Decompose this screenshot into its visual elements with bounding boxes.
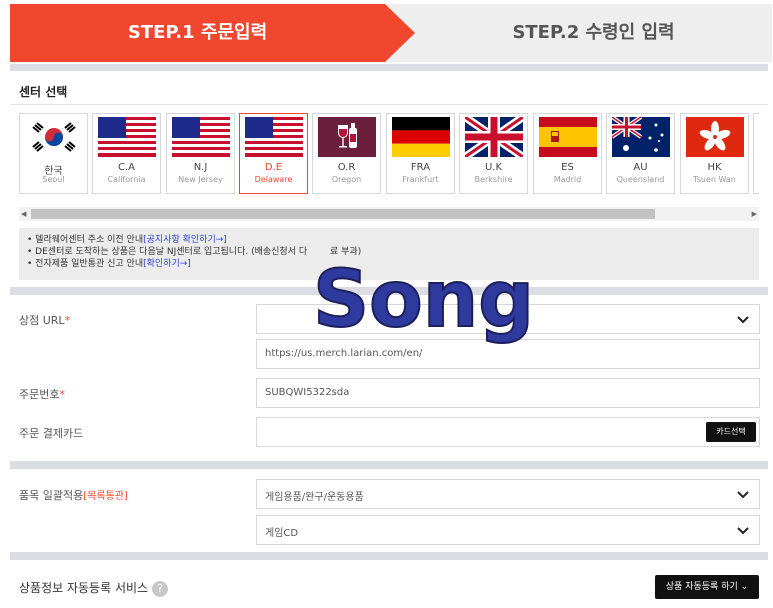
center-code: D.E <box>264 162 283 173</box>
center-city: Oregon <box>331 175 362 184</box>
center-city: California <box>107 175 146 184</box>
center-city: New Jersey <box>178 175 223 184</box>
us-flag-icon <box>98 117 156 157</box>
center-code: HK <box>707 162 722 173</box>
center-list-scrollbar[interactable]: ◀ ▶ <box>19 207 759 221</box>
order-no-label: 주문번호* <box>19 388 65 401</box>
notice-line-1: • 델라웨어센터 주소 이전 안내[공지사항 확인하기→] <box>27 235 227 245</box>
uk-flag-icon <box>465 117 523 157</box>
au-flag-icon <box>612 117 670 157</box>
center-item-oregon[interactable]: O.R Oregon <box>312 113 381 194</box>
chevron-down-icon <box>737 491 749 499</box>
center-city: Tsuen Wan <box>693 175 736 184</box>
divider-line <box>10 104 768 105</box>
center-list: 한국 Seoul C.A California N.J New Jersey D… <box>19 113 759 195</box>
section-divider <box>10 552 768 560</box>
auto-register-button[interactable]: 상품 자동등록 하기 ⌄ <box>655 575 759 599</box>
center-city: Queensland <box>616 175 665 184</box>
center-item-madrid[interactable]: ES Madrid <box>533 113 602 194</box>
help-icon[interactable]: ? <box>152 580 169 597</box>
kr-flag-icon <box>25 117 83 157</box>
de-flag-icon <box>392 117 450 157</box>
autoreg-title: 상품정보 자동등록 서비스? <box>19 579 169 597</box>
center-item-tsuen-wan[interactable]: HK Tsuen Wan <box>680 113 749 194</box>
center-code: FRA <box>410 162 431 173</box>
payment-card-input[interactable]: 카드선택 <box>256 417 760 447</box>
es-flag-icon <box>539 117 597 157</box>
center-code: AU <box>633 162 648 173</box>
center-code: C.A <box>117 162 135 173</box>
category-main-select[interactable]: 게임용품/완구/운동용품 <box>256 479 760 509</box>
section-divider <box>10 461 768 469</box>
song-sticker-logo: Song <box>312 254 535 346</box>
center-item-delaware[interactable]: D.E Delaware <box>239 113 308 194</box>
wine-icon <box>318 117 376 157</box>
us-flag-icon <box>172 117 230 157</box>
center-item-queensland[interactable]: AU Queensland <box>606 113 675 194</box>
section-divider <box>10 64 768 71</box>
center-code: O.R <box>337 162 356 173</box>
center-code: ES <box>561 162 574 173</box>
center-item-partial[interactable] <box>753 113 759 194</box>
center-city: Frankfurt <box>402 175 439 184</box>
center-city: Delaware <box>254 175 293 184</box>
center-item-california[interactable]: C.A California <box>92 113 161 194</box>
center-section-title: 센터 선택 <box>19 85 68 99</box>
step2-label: STEP.2 수령인 입력 <box>512 22 675 43</box>
chevron-down-icon <box>737 527 749 535</box>
song-text: Song <box>313 255 534 345</box>
chevron-down-icon <box>737 316 749 324</box>
center-item-new-jersey[interactable]: N.J New Jersey <box>166 113 235 194</box>
center-item-frankfurt[interactable]: FRA Frankfurt <box>386 113 455 194</box>
center-city: Berkshire <box>474 175 513 184</box>
scroll-right-icon[interactable]: ▶ <box>752 210 757 218</box>
notice-link-1[interactable]: [공지사항 확인하기→] <box>143 235 227 245</box>
scroll-left-icon[interactable]: ◀ <box>21 210 26 218</box>
card-select-button[interactable]: 카드선택 <box>706 422 756 442</box>
notice-link-3[interactable]: [확인하기→] <box>143 259 191 269</box>
center-code: U.K <box>484 162 503 173</box>
customs-tag: [목록통관] <box>83 491 128 502</box>
step1-arrow <box>385 4 415 62</box>
chevron-down-icon: ⌄ <box>740 582 749 592</box>
hk-flag-icon <box>686 117 744 157</box>
scrollbar-thumb[interactable] <box>31 209 655 219</box>
category-sub-select[interactable]: 게임CD <box>256 515 760 545</box>
order-no-input[interactable]: SUBQWI5322sda <box>256 378 760 408</box>
payment-card-label: 주문 결제카드 <box>19 427 84 440</box>
shop-url-label: 상점 URL* <box>19 314 71 327</box>
category-label: 품목 일괄적용[목록통관] <box>19 489 128 502</box>
center-code: N.J <box>193 162 208 173</box>
step1-label: STEP.1 주문입력 <box>127 22 268 43</box>
center-item-berkshire[interactable]: U.K Berkshire <box>459 113 528 194</box>
step-progress: STEP.1 주문입력 STEP.2 수령인 입력 <box>10 4 772 62</box>
center-city: Madrid <box>553 175 582 184</box>
us-flag-icon <box>245 117 303 157</box>
center-city: Seoul <box>42 175 65 184</box>
center-item-seoul[interactable]: 한국 Seoul <box>19 113 88 194</box>
